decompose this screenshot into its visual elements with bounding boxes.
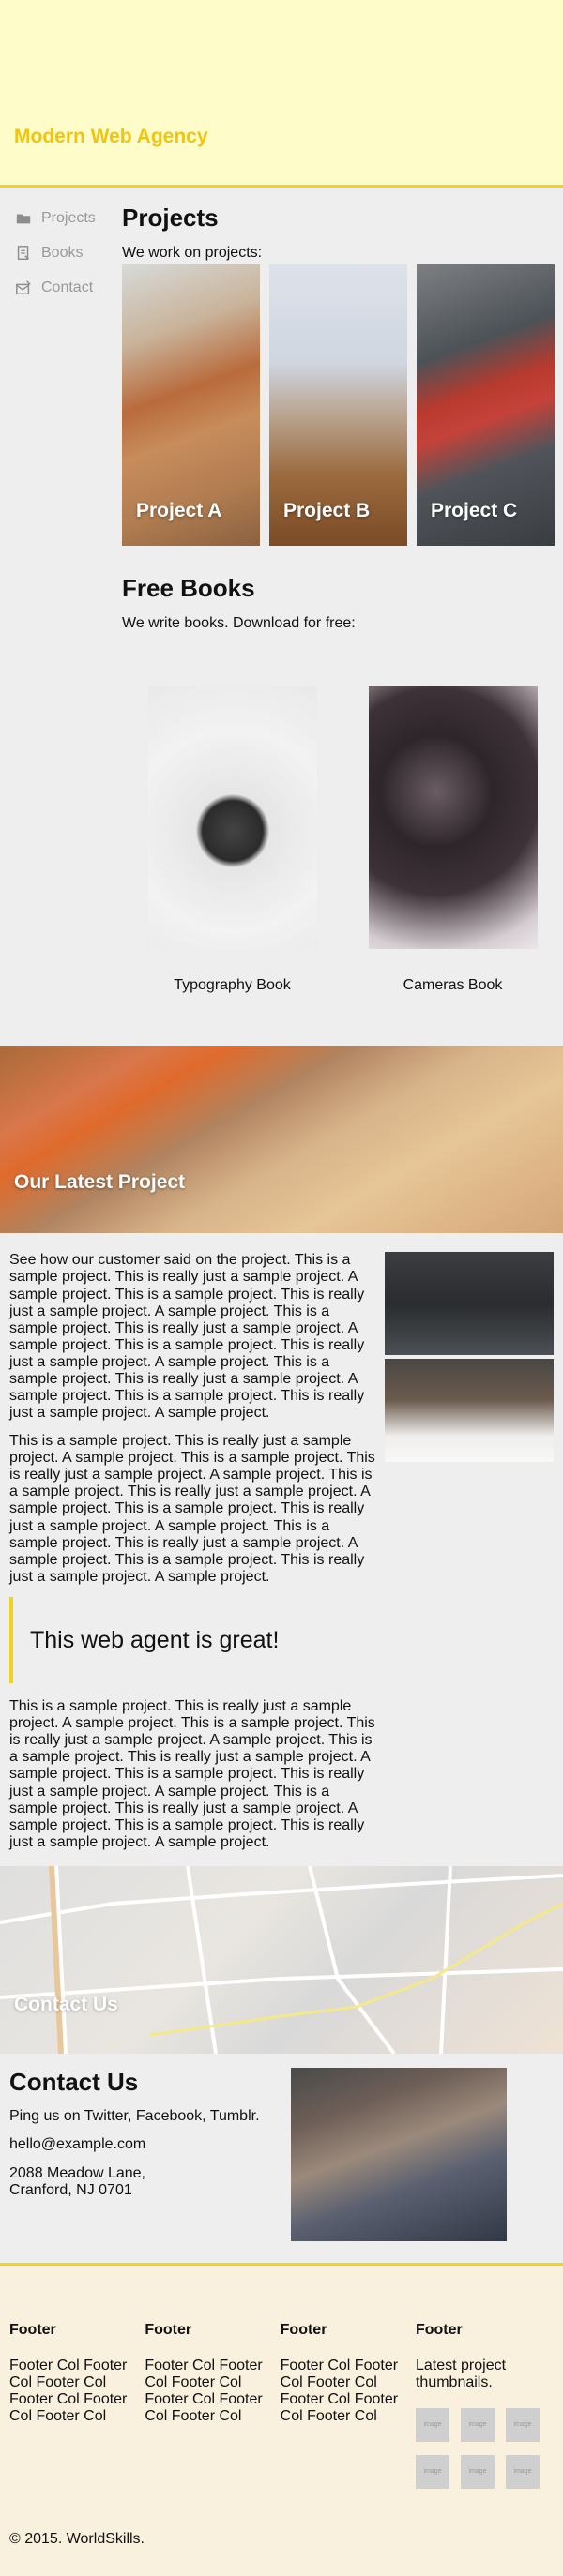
sidebar-item-books[interactable]: Books bbox=[15, 235, 122, 270]
sidebar-item-label: Books bbox=[41, 244, 84, 261]
contact-address: 2088 Meadow Lane, Cranford, NJ 0701 bbox=[9, 2165, 291, 2200]
sidebar-item-contact[interactable]: Contact bbox=[15, 270, 122, 305]
contact-email[interactable]: hello@example.com bbox=[9, 2136, 291, 2153]
footer-text: Footer Col Footer Col Footer Col Footer … bbox=[9, 2357, 128, 2425]
sidebar-item-label: Contact bbox=[41, 279, 94, 295]
project-label: Project C bbox=[431, 500, 518, 522]
footer-text: Footer Col Footer Col Footer Col Footer … bbox=[145, 2357, 263, 2425]
project-label: Project A bbox=[136, 500, 222, 522]
book-list: Typography Book Cameras Book bbox=[122, 641, 563, 994]
contact-map-banner: Contact Us bbox=[0, 1865, 563, 2054]
footer-heading: Footer bbox=[145, 2321, 192, 2338]
brand-logo[interactable]: Modern Web Agency bbox=[14, 126, 208, 148]
book-label[interactable]: Cameras Book bbox=[342, 977, 563, 994]
footer-text: Footer Col Footer Col Footer Col Footer … bbox=[280, 2357, 399, 2425]
footer-column: Footer Footer Col Footer Col Footer Col … bbox=[9, 2322, 145, 2489]
projects-title: Projects bbox=[122, 203, 219, 232]
site-header: Modern Web Agency bbox=[0, 0, 563, 188]
site-footer: Footer Footer Col Footer Col Footer Col … bbox=[0, 2262, 563, 2576]
cameras-book-image[interactable] bbox=[368, 686, 538, 950]
banner-label: Our Latest Project bbox=[14, 1171, 186, 1194]
footer-column: Footer Latest project thumbnails. image … bbox=[415, 2321, 554, 2489]
desk-image bbox=[385, 1359, 554, 1463]
thumbnail[interactable]: image bbox=[415, 2407, 449, 2442]
thumbnail[interactable]: image bbox=[505, 2454, 540, 2489]
contact-details: Contact Us Ping us on Twitter, Facebook,… bbox=[9, 2068, 291, 2241]
top-content: Projects Books Contact Projects We work … bbox=[0, 188, 563, 994]
project-card-c[interactable]: Project C bbox=[417, 264, 555, 547]
latest-project-banner: Our Latest Project bbox=[0, 1046, 563, 1234]
map-label: Contact Us bbox=[14, 1993, 118, 2015]
sidebar: Projects Books Contact bbox=[0, 201, 122, 994]
sidebar-item-projects[interactable]: Projects bbox=[15, 201, 122, 235]
main-content: Projects We work on projects: Project A … bbox=[122, 201, 563, 994]
address-line-2: Cranford, NJ 0701 bbox=[9, 2181, 132, 2198]
station-image bbox=[291, 2067, 507, 2241]
book-item: Typography Book bbox=[122, 641, 342, 994]
project-card-b[interactable]: Project B bbox=[269, 264, 407, 547]
project-label: Project B bbox=[283, 500, 371, 522]
book-icon bbox=[15, 245, 32, 262]
story-paragraph: This is a sample project. This is really… bbox=[9, 1698, 375, 1850]
thumbnail[interactable]: image bbox=[460, 2407, 495, 2442]
thumbnail-grid: image image image image image image bbox=[415, 2407, 540, 2489]
footer-heading: Footer bbox=[9, 2321, 56, 2338]
address-line-1: 2088 Meadow Lane, bbox=[9, 2164, 145, 2181]
workspace-image bbox=[385, 1252, 554, 1356]
thumbnail[interactable]: image bbox=[415, 2454, 449, 2489]
sidebar-item-label: Projects bbox=[41, 209, 96, 226]
contact-section: Contact Us Ping us on Twitter, Facebook,… bbox=[0, 2054, 563, 2260]
copyright: © 2015. WorldSkills. bbox=[9, 2530, 145, 2547]
folder-icon bbox=[15, 210, 32, 227]
footer-column: Footer Footer Col Footer Col Footer Col … bbox=[281, 2322, 416, 2489]
typography-book-image[interactable] bbox=[147, 686, 317, 950]
projects-subtitle: We work on projects: bbox=[122, 245, 263, 262]
books-title: Free Books bbox=[122, 574, 255, 603]
footer-column: Footer Footer Col Footer Col Footer Col … bbox=[145, 2322, 280, 2489]
project-card-a[interactable]: Project A bbox=[122, 264, 260, 547]
thumbnail[interactable]: image bbox=[460, 2454, 495, 2489]
project-gallery: Project A Project B Project C bbox=[122, 264, 563, 547]
book-item: Cameras Book bbox=[342, 641, 563, 994]
contact-social: Ping us on Twitter, Facebook, Tumblr. bbox=[9, 2107, 260, 2124]
story-paragraph: See how our customer said on the project… bbox=[9, 1252, 365, 1422]
book-label[interactable]: Typography Book bbox=[122, 977, 342, 994]
story-images bbox=[385, 1252, 554, 1861]
contact-icon bbox=[15, 279, 32, 296]
testimonial-quote: This web agent is great! bbox=[9, 1596, 375, 1684]
story-text: See how our customer said on the project… bbox=[9, 1252, 375, 1861]
thumbnail[interactable]: image bbox=[505, 2407, 540, 2442]
story-section: See how our customer said on the project… bbox=[0, 1233, 563, 1861]
books-subtitle: We write books. Download for free: bbox=[122, 615, 356, 632]
story-paragraph: This is a sample project. This is really… bbox=[9, 1433, 375, 1585]
footer-columns: Footer Footer Col Footer Col Footer Col … bbox=[9, 2322, 554, 2489]
footer-heading: Footer bbox=[415, 2321, 463, 2338]
footer-heading: Footer bbox=[280, 2321, 327, 2338]
contact-title: Contact Us bbox=[9, 2067, 139, 2096]
map-graphic bbox=[0, 1865, 563, 2054]
footer-text: Latest project thumbnails. bbox=[415, 2357, 507, 2390]
